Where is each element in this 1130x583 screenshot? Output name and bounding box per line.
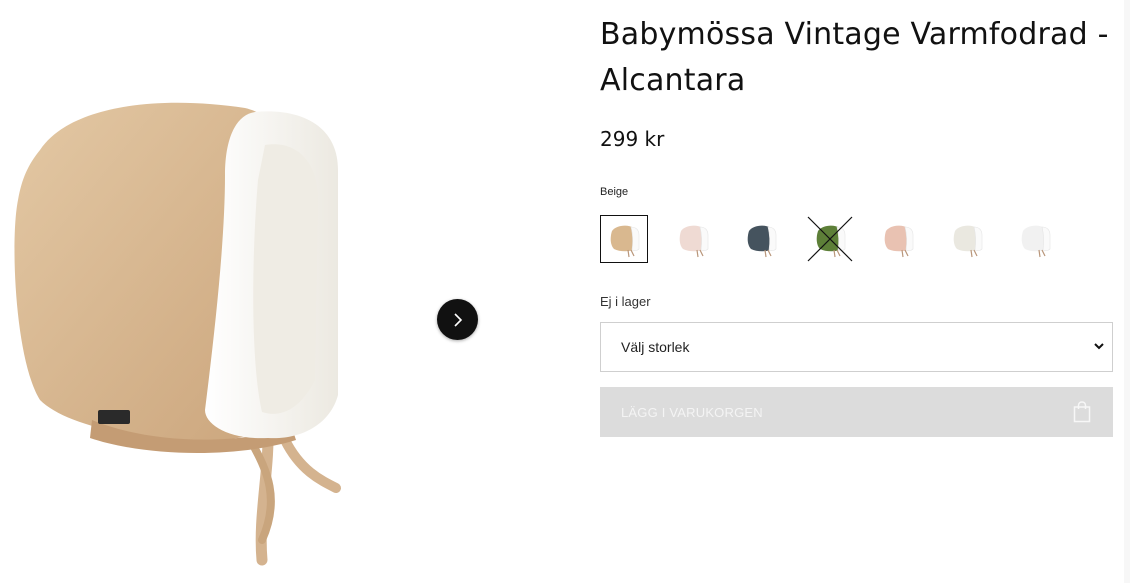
product-title-line1: Babymössa Vintage Varmfodrad - [600, 17, 1109, 52]
color-swatch-green[interactable] [806, 215, 854, 263]
add-to-cart-button[interactable]: LÄGG I VARUKORGEN [600, 387, 1113, 437]
selected-color-label: Beige [600, 186, 629, 198]
shopping-bag-icon [1073, 401, 1091, 423]
swatch-bonnet-icon [884, 225, 914, 258]
swatch-bonnet-icon [747, 225, 777, 258]
product-gallery [0, 0, 497, 583]
swatch-bonnet-icon [1021, 225, 1051, 258]
product-price: 299 kr [600, 127, 665, 151]
size-select[interactable]: Välj storlek [600, 322, 1113, 372]
chevron-right-icon [453, 312, 462, 327]
color-swatch-white[interactable] [1011, 215, 1059, 263]
swatch-bonnet-icon [610, 225, 640, 258]
product-title-line2: Alcantara [600, 63, 746, 98]
color-swatch-print[interactable] [943, 215, 991, 263]
swatch-bonnet-icon [953, 225, 982, 258]
color-swatches [600, 215, 1113, 265]
scrollbar[interactable] [1124, 0, 1130, 583]
color-swatch-beige[interactable] [600, 215, 648, 263]
color-swatch-pink[interactable] [874, 215, 922, 263]
color-swatch-floral[interactable] [669, 215, 717, 263]
next-image-button[interactable] [437, 299, 478, 340]
stock-status: Ej i lager [600, 294, 651, 309]
chevron-down-icon [1094, 343, 1104, 350]
swatch-bonnet-icon [679, 225, 708, 258]
unavailable-cross-icon [807, 216, 852, 262]
product-title: Babymössa Vintage Varmfodrad - Alcantara [600, 12, 1113, 104]
product-image [14, 102, 341, 566]
add-to-cart-label: LÄGG I VARUKORGEN [621, 404, 763, 420]
color-swatch-navy[interactable] [737, 215, 785, 263]
size-select-value: Välj storlek [621, 339, 690, 355]
